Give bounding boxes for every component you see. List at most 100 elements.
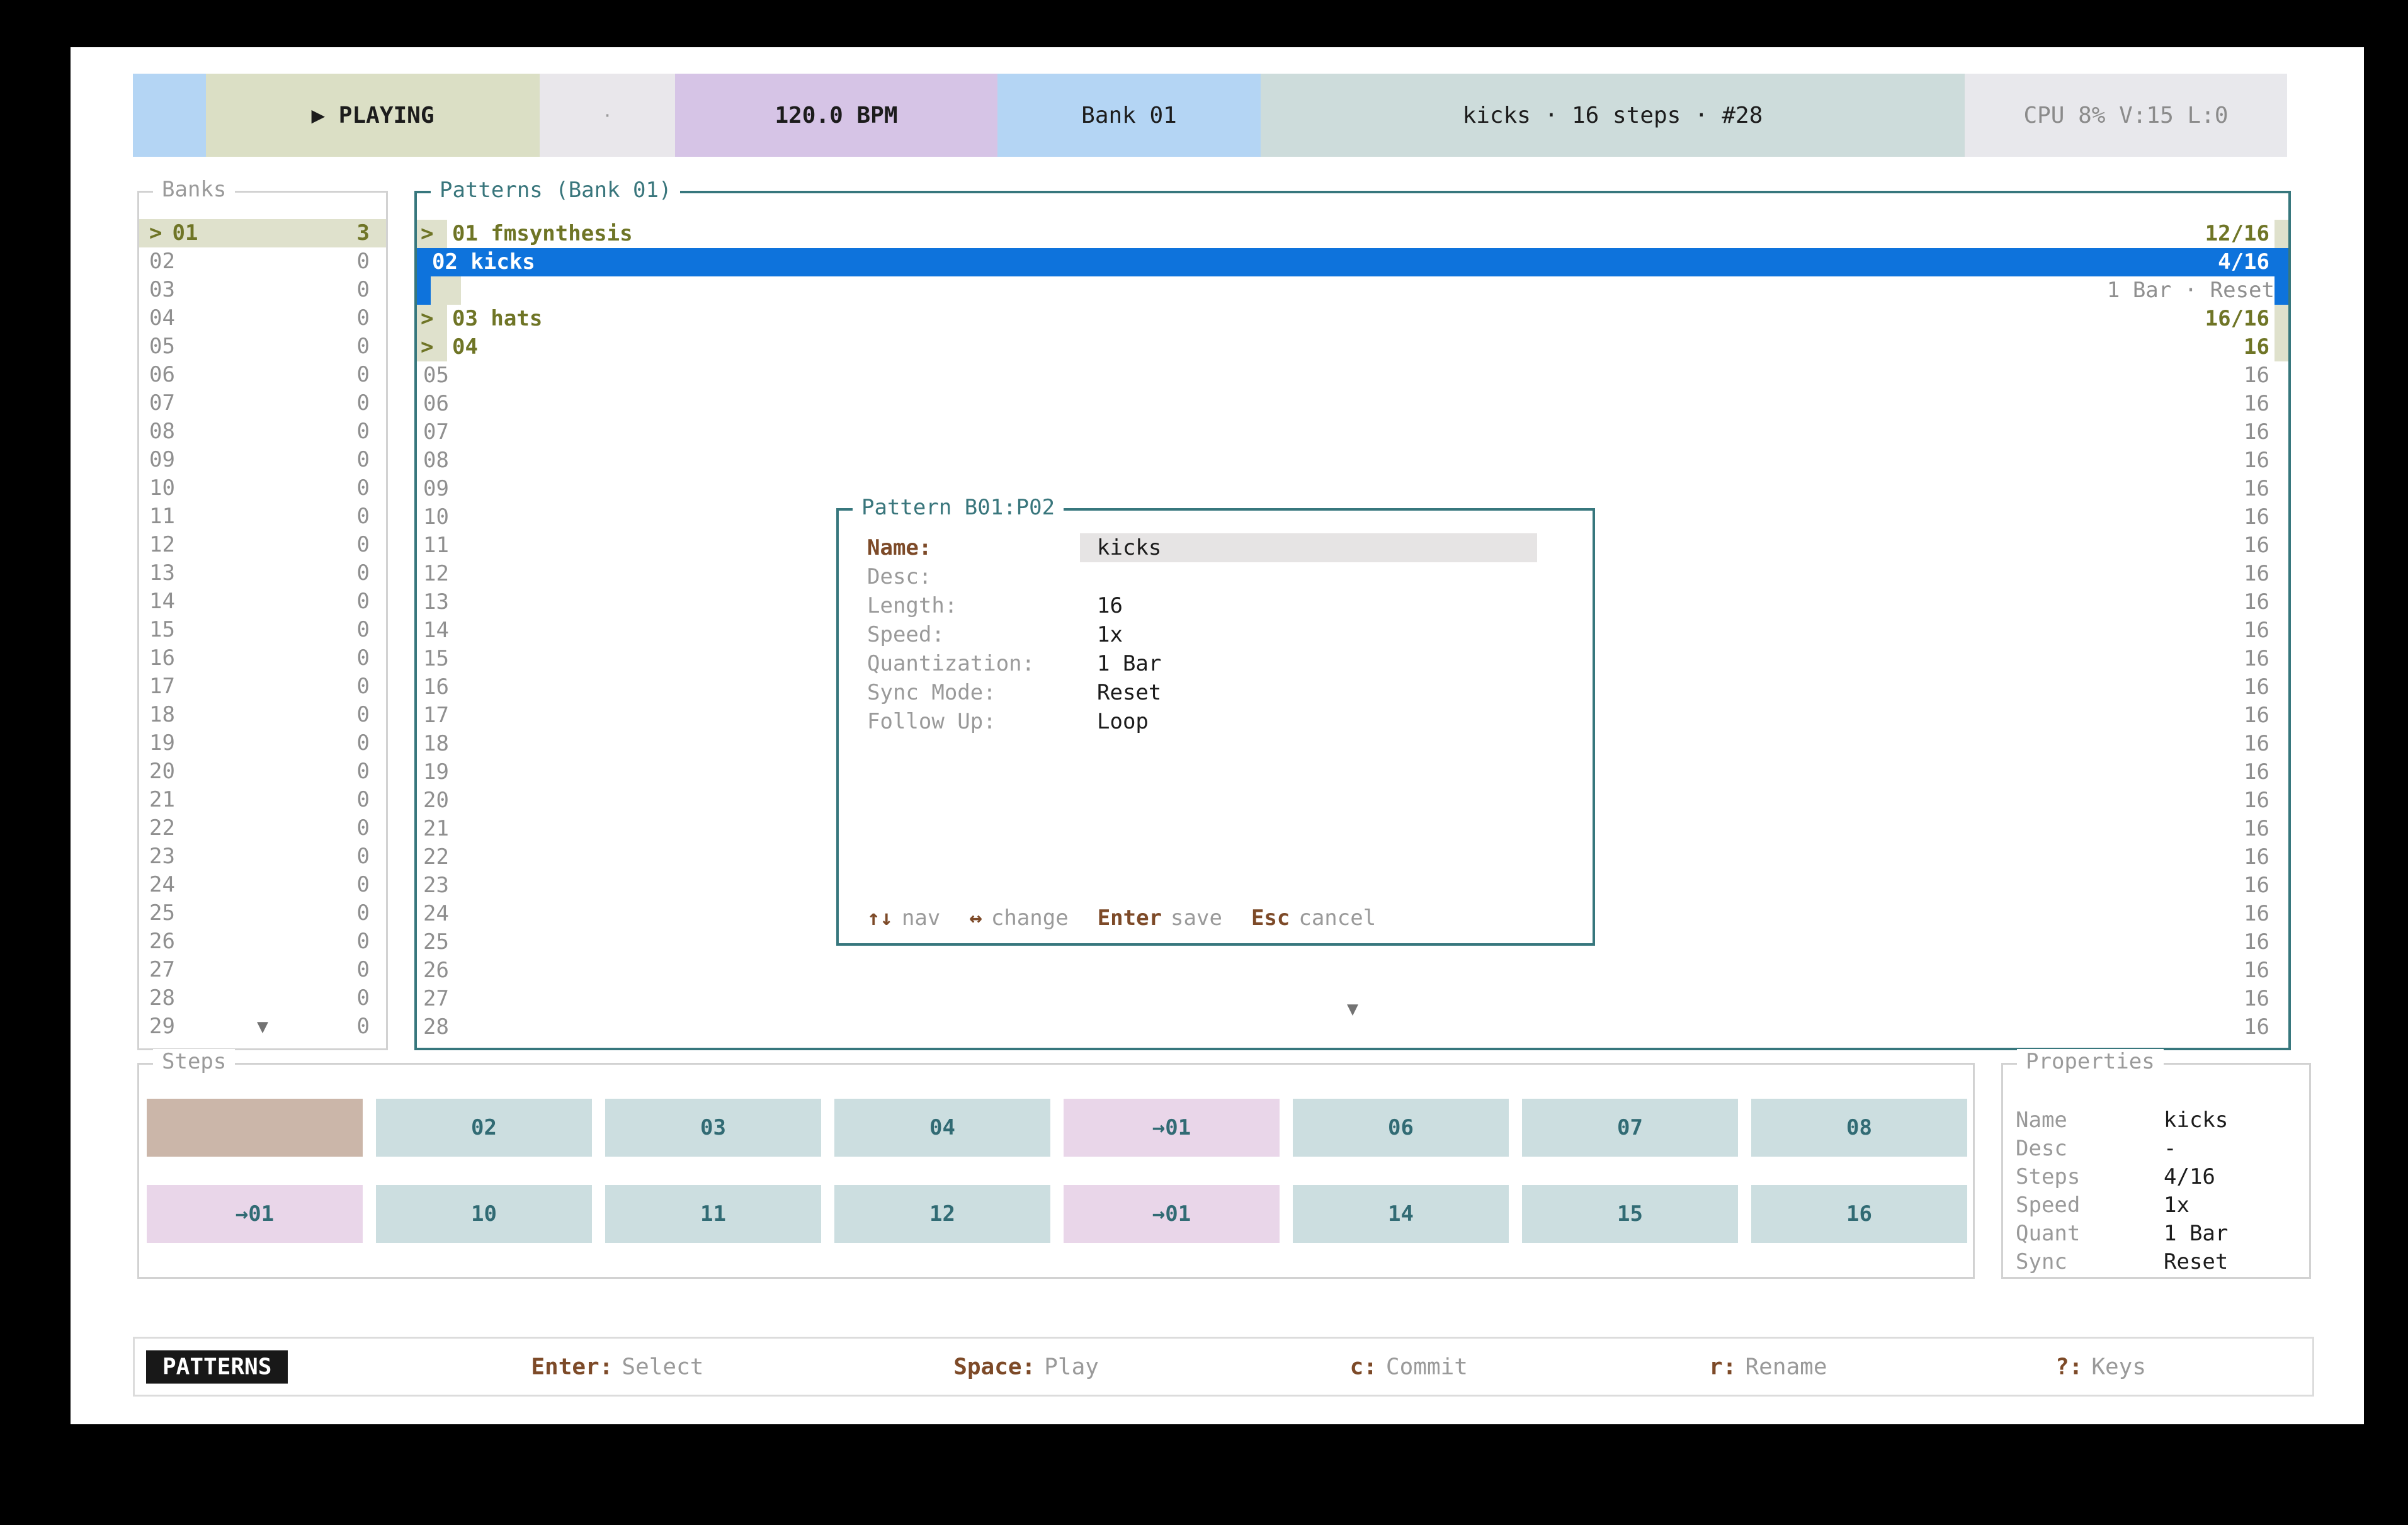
bank-row[interactable]: 160	[139, 644, 386, 672]
bank-row[interactable]: 29▼0	[139, 1012, 386, 1041]
modal-field-desc[interactable]: Desc:	[839, 562, 1593, 591]
pattern-step-count: 16	[2244, 701, 2269, 730]
step-cell-12[interactable]: 12	[834, 1185, 1050, 1243]
modal-field-length[interactable]: Length:16	[839, 591, 1593, 620]
pattern-row[interactable]: 0716	[417, 418, 2288, 446]
field-input[interactable]: kicks	[1080, 533, 1537, 562]
property-value: -	[2164, 1135, 2176, 1163]
patterns-scrollbar-thumb[interactable]	[2275, 305, 2288, 333]
patterns-scrollbar-thumb[interactable]	[2275, 333, 2288, 361]
pattern-row[interactable]: 0516	[417, 361, 2288, 390]
step-cell-04[interactable]: 04	[834, 1099, 1050, 1157]
bank-row[interactable]: 200	[139, 757, 386, 786]
bank-pattern-count: 0	[357, 616, 370, 644]
pattern-row[interactable]: 0816	[417, 446, 2288, 475]
key-action: cancel	[1298, 905, 1376, 931]
bank-row[interactable]: 110	[139, 502, 386, 531]
step-label: →01	[1152, 1115, 1191, 1140]
step-cell-13[interactable]: →01	[1064, 1185, 1280, 1243]
bank-number: 19	[149, 729, 175, 757]
bank-row[interactable]: 220	[139, 814, 386, 842]
pattern-row[interactable]: 02 kicks4/16	[417, 248, 2288, 276]
bank-row[interactable]: 180	[139, 701, 386, 729]
bank-row[interactable]: 100	[139, 474, 386, 502]
pattern-label: 09	[423, 475, 449, 503]
bank-row[interactable]: 280	[139, 984, 386, 1012]
bank-row[interactable]: 25 0	[139, 899, 386, 927]
bank-row[interactable]: 170	[139, 672, 386, 701]
pattern-row[interactable]: 2616	[417, 956, 2288, 985]
step-cell-11[interactable]: 11	[605, 1185, 821, 1243]
bank-row[interactable]: >013	[139, 219, 386, 247]
bank-row[interactable]: 240	[139, 871, 386, 899]
bank-row[interactable]: 230	[139, 842, 386, 871]
modal-field-name[interactable]: Name:kicks	[839, 533, 1593, 562]
step-cell-02[interactable]: 02	[376, 1099, 592, 1157]
bank-number: 27	[149, 956, 175, 984]
step-cell-08[interactable]: 08	[1751, 1099, 1967, 1157]
pattern-row[interactable]: 0916	[417, 475, 2288, 503]
key-hint: ↔change	[969, 905, 1068, 931]
transport-color-block	[133, 74, 206, 157]
bank-row[interactable]: 060	[139, 361, 386, 389]
field-value-cell	[1080, 562, 1537, 591]
bank-pattern-count: 0	[357, 644, 370, 672]
bank-number: 07	[149, 389, 175, 417]
bank-row[interactable]: 130	[139, 559, 386, 587]
bank-row[interactable]: 040	[139, 304, 386, 332]
step-cell-16[interactable]: 16	[1751, 1185, 1967, 1243]
modal-field-speed[interactable]: Speed:1x	[839, 620, 1593, 649]
bank-row[interactable]: 150	[139, 616, 386, 644]
pattern-row[interactable]: 0616	[417, 390, 2288, 418]
patterns-scrollbar-thumb	[2275, 673, 2288, 701]
bank-row[interactable]: 070	[139, 389, 386, 417]
bank-pattern-count: 0	[357, 899, 370, 927]
pattern-row[interactable]: >01 fmsynthesis12/16	[417, 220, 2288, 248]
key-action: change	[991, 905, 1069, 931]
commit-marker: >	[417, 333, 447, 361]
modal-field-quantization[interactable]: Quantization:1 Bar	[839, 649, 1593, 678]
field-label: Sync Mode:	[867, 678, 1080, 707]
property-label: Sync	[2016, 1248, 2164, 1276]
mode-badge: PATTERNS	[146, 1350, 288, 1383]
patterns-scrollbar-thumb	[2275, 985, 2288, 1013]
bank-row[interactable]: 210	[139, 786, 386, 814]
pattern-row[interactable]: >0416	[417, 333, 2288, 361]
commit-marker: >	[417, 305, 447, 333]
transport-status-label: ▶ PLAYING	[311, 103, 434, 128]
bank-display: Bank 01	[997, 74, 1261, 157]
bank-number: 25	[149, 899, 175, 927]
bank-row[interactable]: 050	[139, 332, 386, 361]
patterns-scrollbar-thumb[interactable]	[2275, 220, 2288, 248]
pattern-step-count: 16/16	[2205, 305, 2269, 333]
bank-row[interactable]: 190	[139, 729, 386, 757]
modal-field-syncmode[interactable]: Sync Mode:Reset	[839, 678, 1593, 707]
step-cell-05[interactable]: →01	[1064, 1099, 1280, 1157]
modal-field-followup[interactable]: Follow Up:Loop	[839, 707, 1593, 736]
bank-row[interactable]: 090	[139, 446, 386, 474]
bank-number: 18	[149, 701, 175, 729]
step-cell-03[interactable]: 03	[605, 1099, 821, 1157]
step-cell-06[interactable]: 06	[1293, 1099, 1509, 1157]
bank-row[interactable]: 270	[139, 956, 386, 984]
step-cell-07[interactable]: 07	[1522, 1099, 1738, 1157]
bank-row[interactable]: 020	[139, 247, 386, 276]
bank-pattern-count: 0	[357, 757, 370, 786]
bank-row[interactable]: 080	[139, 417, 386, 446]
step-label: 15	[1617, 1201, 1643, 1227]
field-value: kicks	[1097, 533, 1161, 562]
step-cell-01[interactable]	[147, 1099, 363, 1157]
step-cell-14[interactable]: 14	[1293, 1185, 1509, 1243]
bank-pattern-count: 0	[357, 1012, 370, 1041]
patterns-scrollbar-thumb[interactable]	[2275, 248, 2288, 276]
bank-pattern-count: 0	[357, 531, 370, 559]
pattern-step-count: 16	[2244, 446, 2269, 475]
step-cell-15[interactable]: 15	[1522, 1185, 1738, 1243]
bank-row[interactable]: 140	[139, 587, 386, 616]
bank-row[interactable]: 030	[139, 276, 386, 304]
step-cell-10[interactable]: 10	[376, 1185, 592, 1243]
step-cell-09[interactable]: →01	[147, 1185, 363, 1243]
pattern-row[interactable]: >03 hats16/16	[417, 305, 2288, 333]
bank-row[interactable]: 260	[139, 927, 386, 956]
bank-row[interactable]: 120	[139, 531, 386, 559]
